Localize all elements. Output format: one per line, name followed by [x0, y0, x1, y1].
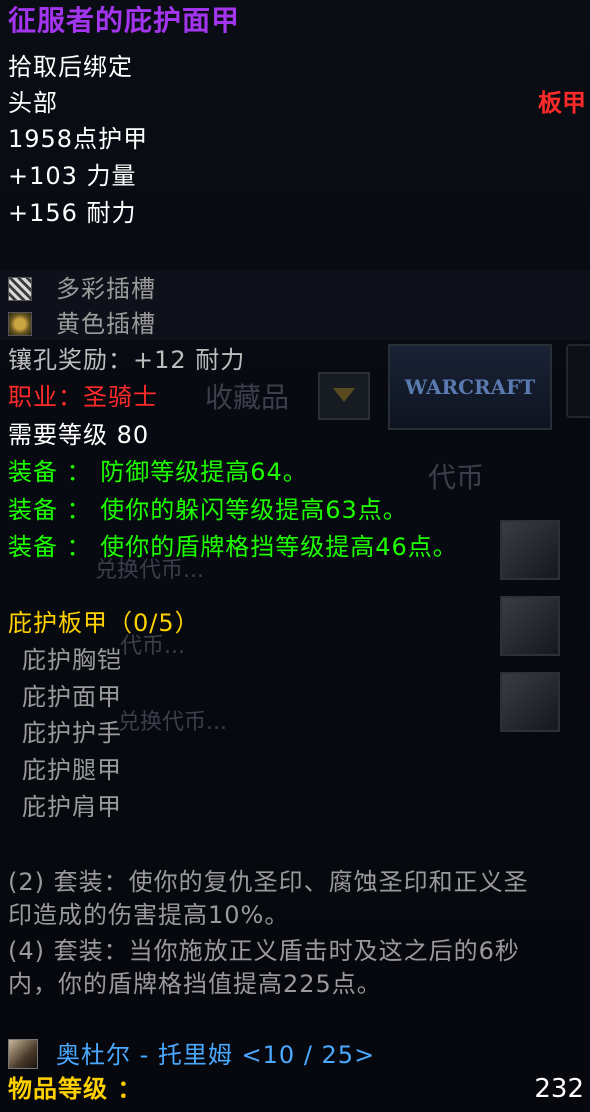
socket-yellow-label: 黄色插槽 — [56, 310, 156, 338]
background-item-slot-icon — [500, 672, 560, 732]
background-dropdown-arrow-icon — [318, 372, 370, 420]
set-bonus-4-line1: (4) 套装：当你施放正义盾击时及这之后的6秒 — [8, 937, 520, 965]
yellow-socket-icon — [8, 312, 32, 336]
set-piece: 庇护护手 — [22, 719, 122, 747]
background-exchange-label-3: 兑换代币... — [118, 710, 227, 735]
equip-effect-dodge: 装备 ： 使你的躲闪等级提高63点。 — [8, 496, 408, 524]
set-bonus-2-line2: 印造成的伤害提高10%。 — [8, 901, 290, 929]
set-bonus-2-line1: (2) 套装：使你的复仇圣印、腐蚀圣印和正义圣 — [8, 868, 529, 896]
background-panel-edge — [566, 344, 590, 418]
set-piece: 庇护胸铠 — [22, 646, 122, 674]
item-stat-stamina: +156 耐力 — [8, 199, 137, 227]
set-piece: 庇护面甲 — [22, 683, 122, 711]
item-name: 征服者的庇护面甲 — [8, 4, 241, 37]
background-collection-label: 收藏品 — [205, 381, 290, 414]
item-stat-strength: +103 力量 — [8, 162, 137, 190]
item-source: 奥杜尔 - 托里姆 <10 / 25> — [8, 1038, 375, 1072]
socket-prismatic-label: 多彩插槽 — [56, 275, 156, 303]
socket-yellow: 黄色插槽 — [8, 307, 156, 341]
item-slot: 头部 — [8, 89, 58, 117]
set-piece: 庇护肩甲 — [22, 793, 122, 821]
background-item-slot-icon — [500, 520, 560, 580]
set-bonus-4-line2: 内，你的盾牌格挡值提高225点。 — [8, 970, 382, 998]
prismatic-socket-icon — [8, 277, 32, 301]
boss-portrait-icon — [8, 1039, 38, 1069]
item-level-value: 232 — [534, 1074, 584, 1104]
item-binding: 拾取后绑定 — [8, 53, 133, 81]
item-tooltip: 收藏品 WARCRAFT 代币 兑换代币... 代币... 兑换代币... 征服… — [0, 0, 590, 1112]
background-currency-label: 代币 — [428, 461, 485, 494]
item-armor-type: 板甲 — [538, 89, 586, 117]
socket-bonus: 镶孔奖励：+12 耐力 — [8, 346, 246, 374]
item-level-label: 物品等级 ： — [8, 1075, 143, 1103]
set-piece: 庇护腿甲 — [22, 756, 122, 784]
level-requirement: 需要等级 80 — [8, 421, 150, 449]
equip-effect-block: 装备 ： 使你的盾牌格挡等级提高46点。 — [8, 533, 458, 561]
equip-effect-defense: 装备 ： 防御等级提高64。 — [8, 458, 308, 486]
socket-prismatic: 多彩插槽 — [8, 272, 156, 306]
warcraft-logo: WARCRAFT — [388, 344, 552, 430]
class-requirement: 职业：圣骑士 — [8, 383, 158, 411]
item-source-label: 奥杜尔 - 托里姆 <10 / 25> — [56, 1041, 376, 1069]
background-item-slot-icon — [500, 596, 560, 656]
item-armor: 1958点护甲 — [8, 125, 149, 153]
set-name: 庇护板甲（0/5） — [8, 609, 200, 637]
